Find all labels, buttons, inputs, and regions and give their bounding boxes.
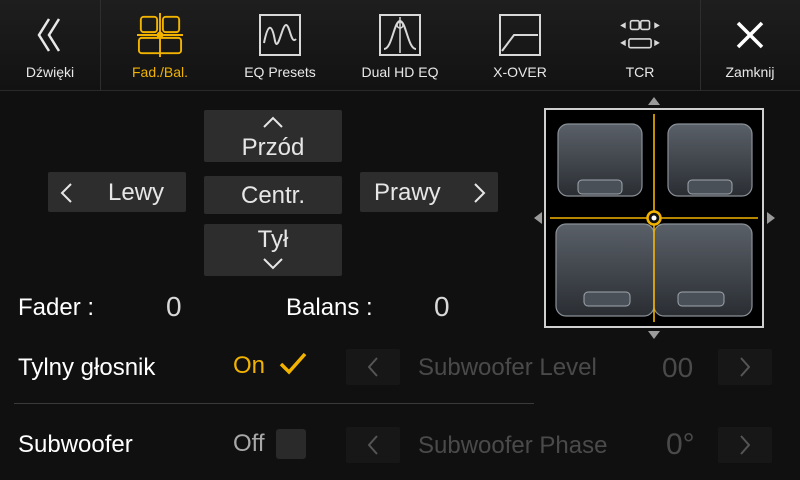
divider: [100, 0, 101, 90]
left-label: Lewy: [108, 179, 165, 206]
tab-dual-hd-eq[interactable]: Dual HD EQ: [350, 0, 450, 90]
chevron-right-icon: [740, 357, 750, 377]
subwoofer-toggle[interactable]: Off: [226, 424, 314, 464]
chevron-left-icon: [368, 435, 378, 455]
back-label: Dźwięki: [25, 64, 75, 80]
tab-tcr[interactable]: TCR: [590, 0, 690, 90]
rear-label: Tył: [257, 226, 289, 253]
subwoofer-level-increase-button[interactable]: [718, 349, 772, 385]
tab-fader-balance[interactable]: Fad./Bal.: [110, 0, 210, 90]
fader-value: 0: [166, 291, 182, 322]
chevron-right-icon: [474, 183, 486, 203]
scroll-left-arrow-icon[interactable]: [534, 212, 542, 224]
subwoofer-level-label: Subwoofer Level: [418, 354, 597, 381]
chevron-right-icon: [740, 435, 750, 455]
subwoofer-label: Subwoofer: [18, 431, 133, 458]
rear-speaker-toggle[interactable]: On: [226, 346, 314, 386]
right-button[interactable]: Prawy: [360, 172, 498, 212]
subwoofer-phase-label: Subwoofer Phase: [418, 432, 608, 459]
front-button[interactable]: Przód: [204, 110, 342, 162]
fader-label: Fader :: [18, 294, 95, 321]
fader-balance-icon: [137, 12, 183, 58]
tab-x-over[interactable]: X-OVER: [470, 0, 570, 90]
tab-label: Dual HD EQ: [361, 64, 439, 80]
close-label: Zamknij: [725, 64, 775, 80]
scroll-right-arrow-icon[interactable]: [767, 212, 775, 224]
subwoofer-phase-decrease-button[interactable]: [346, 427, 400, 463]
balance-label: Balans :: [286, 294, 373, 321]
tab-label: Fad./Bal.: [131, 64, 189, 80]
subwoofer-state: Off: [233, 430, 265, 457]
scroll-down-arrow-icon[interactable]: [648, 331, 660, 339]
chevron-left-icon: [60, 183, 72, 203]
row-divider: [14, 403, 534, 404]
tab-label: X-OVER: [493, 64, 547, 80]
subwoofer-phase-value: 0°: [666, 428, 695, 461]
subwoofer-phase-increase-button[interactable]: [718, 427, 772, 463]
left-button[interactable]: Lewy: [48, 172, 186, 212]
top-bar: Dźwięki Fad./Bal. EQ Presets Dual HD EQ: [0, 0, 800, 91]
chevron-left-icon: [368, 357, 378, 377]
car-seats-diagram: [550, 114, 758, 322]
subwoofer-level-decrease-button[interactable]: [346, 349, 400, 385]
back-button[interactable]: Dźwięki: [0, 0, 100, 90]
tab-label: TCR: [625, 64, 655, 80]
close-button[interactable]: Zamknij: [700, 0, 800, 90]
double-chevron-left-icon: [27, 12, 73, 58]
rear-button[interactable]: Tył: [204, 224, 342, 276]
right-label: Prawy: [374, 179, 441, 206]
chevron-down-icon: [263, 258, 283, 270]
checkmark-icon: [279, 352, 307, 375]
front-label: Przód: [241, 134, 305, 161]
dual-hd-eq-icon: [377, 12, 423, 58]
center-label: Centr.: [240, 182, 306, 209]
close-icon: [727, 12, 773, 58]
checkbox-empty-icon: [276, 429, 306, 459]
chevron-up-icon: [263, 116, 283, 128]
subwoofer-level-value: 00: [662, 352, 694, 383]
eq-presets-icon: [257, 12, 303, 58]
center-button[interactable]: Centr.: [204, 176, 342, 214]
tab-label: EQ Presets: [244, 64, 316, 80]
crossover-icon: [497, 12, 543, 58]
scroll-up-arrow-icon[interactable]: [648, 97, 660, 105]
balance-value: 0: [434, 291, 450, 322]
rear-speaker-label: Tylny głosnik: [18, 354, 156, 381]
seat-position-view[interactable]: [544, 108, 764, 328]
time-correction-icon: [617, 12, 663, 58]
rear-speaker-state: On: [233, 352, 266, 379]
tab-eq-presets[interactable]: EQ Presets: [230, 0, 330, 90]
